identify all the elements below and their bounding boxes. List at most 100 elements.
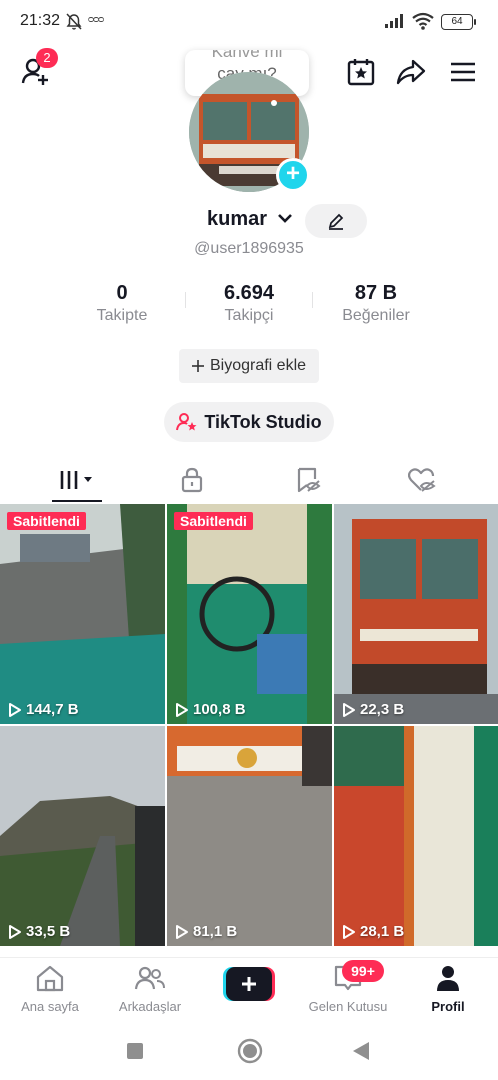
- video-thumbnail-image: [0, 504, 165, 724]
- infinity-icon: ᴑᴑᴑ: [88, 14, 104, 25]
- create-button[interactable]: [223, 967, 275, 1001]
- pinned-badge: Sabitlendi: [174, 512, 253, 530]
- view-count-value: 100,8 B: [193, 701, 246, 718]
- tooltip-line-1: Kahve mi: [211, 50, 283, 61]
- view-count-value: 22,3 B: [360, 701, 405, 718]
- profile-tabs: [0, 456, 498, 504]
- tab-reposts[interactable]: [246, 456, 370, 504]
- video-thumbnail[interactable]: Sabitlendi 100,8 B: [167, 504, 332, 724]
- play-icon: [9, 702, 21, 717]
- view-count: 100,8 B: [175, 701, 246, 718]
- nav-inbox-label: Gelen Kutusu: [308, 999, 388, 1014]
- view-count: 81,1 B: [175, 923, 237, 940]
- heart-eye-icon: [408, 468, 436, 492]
- stat-likes[interactable]: 87 B Beğeniler: [316, 282, 436, 325]
- home-circle-icon[interactable]: [237, 1038, 263, 1064]
- battery-icon: 64: [441, 14, 476, 30]
- play-icon: [176, 924, 188, 939]
- nav-profile-label: Profil: [431, 999, 465, 1014]
- add-bio-label: Biyografi ekle: [209, 357, 307, 374]
- play-icon: [343, 924, 355, 939]
- video-thumbnail-image: [167, 504, 332, 724]
- calendar-star-icon: [347, 59, 375, 86]
- pencil-icon: [328, 213, 344, 230]
- video-thumbnail-image: [167, 726, 332, 946]
- stat-following[interactable]: 0 Takipte: [62, 282, 182, 325]
- divider: [312, 292, 313, 308]
- view-count: 28,1 B: [342, 923, 404, 940]
- plus-create-icon: [223, 967, 275, 1001]
- person-star-icon: [176, 413, 197, 431]
- play-icon: [176, 702, 188, 717]
- stat-followers[interactable]: 6.694 Takipçi: [189, 282, 309, 325]
- stat-value: 6.694: [223, 282, 275, 304]
- view-count: 22,3 B: [342, 701, 404, 718]
- menu-button[interactable]: [446, 56, 480, 88]
- system-nav-bar: [0, 1022, 498, 1080]
- bottom-nav: Ana sayfa Arkadaşlar Gelen Kutusu 99+ Pr…: [0, 957, 498, 1021]
- home-icon: [36, 965, 64, 992]
- stat-label: Takipçi: [224, 307, 274, 324]
- hamburger-icon: [451, 62, 475, 82]
- calendar-button[interactable]: [344, 56, 378, 88]
- friends-icon: [134, 966, 165, 990]
- edit-profile-button[interactable]: [305, 204, 367, 238]
- nav-home-label: Ana sayfa: [21, 999, 79, 1014]
- video-thumbnail[interactable]: 81,1 B: [167, 726, 332, 946]
- muted-bell-icon: [66, 13, 82, 30]
- add-friends-button[interactable]: 2: [18, 48, 58, 88]
- stat-value: 0: [116, 282, 128, 304]
- tab-videos[interactable]: [16, 456, 140, 504]
- chevron-down-icon[interactable]: [277, 212, 293, 224]
- profile-handle: @user1896935: [194, 240, 304, 257]
- stat-label: Takipte: [96, 307, 148, 324]
- recents-square-icon[interactable]: [126, 1042, 144, 1060]
- bookmark-eye-icon: [297, 467, 321, 493]
- status-bar: 21:32 ᴑᴑᴑ 64: [0, 0, 498, 44]
- nav-home[interactable]: Ana sayfa: [0, 964, 100, 1014]
- stat-value: 87 B: [354, 282, 398, 304]
- view-count: 144,7 B: [8, 701, 79, 718]
- video-thumbnail-image: [334, 726, 498, 946]
- profile-stats: 0 Takipte 6.694 Takipçi 87 B Beğeniler: [0, 282, 498, 328]
- nav-friends-label: Arkadaşlar: [118, 999, 182, 1014]
- video-thumbnail[interactable]: 22,3 B: [334, 504, 498, 724]
- wifi-icon: [412, 12, 434, 30]
- grid-bars-icon: [60, 471, 92, 489]
- tab-liked[interactable]: [360, 456, 484, 504]
- profile-name-row: kumar: [0, 204, 498, 238]
- active-tab-indicator: [52, 500, 102, 502]
- video-thumbnail-image: [0, 726, 165, 946]
- pinned-badge: Sabitlendi: [7, 512, 86, 530]
- tab-private[interactable]: [130, 456, 254, 504]
- add-bio-button[interactable]: Biyografi ekle: [179, 349, 319, 383]
- nav-inbox[interactable]: Gelen Kutusu 99+: [298, 960, 398, 1014]
- battery-level: 64: [451, 16, 463, 27]
- video-thumbnail[interactable]: 33,5 B: [0, 726, 165, 946]
- share-arrow-icon: [396, 59, 426, 85]
- status-time: 21:32: [20, 12, 61, 29]
- nav-profile[interactable]: Profil: [398, 964, 498, 1014]
- nav-friends[interactable]: Arkadaşlar: [100, 964, 200, 1014]
- view-count-value: 28,1 B: [360, 923, 405, 940]
- video-thumbnail[interactable]: 28,1 B: [334, 726, 498, 946]
- profile-person-icon: [437, 966, 459, 991]
- tiktok-studio-label: TikTok Studio: [204, 411, 322, 432]
- play-icon: [9, 924, 21, 939]
- divider: [185, 292, 186, 308]
- video-thumbnail-image: [334, 504, 498, 724]
- view-count-value: 144,7 B: [26, 701, 79, 718]
- share-button[interactable]: [394, 56, 428, 88]
- play-icon: [343, 702, 355, 717]
- friends-badge: 2: [36, 48, 58, 68]
- view-count-value: 81,1 B: [193, 923, 238, 940]
- profile-name[interactable]: kumar: [207, 208, 267, 231]
- tiktok-studio-button[interactable]: TikTok Studio: [164, 402, 334, 442]
- lock-icon: [181, 467, 203, 493]
- back-triangle-icon[interactable]: [352, 1041, 370, 1061]
- view-count: 33,5 B: [8, 923, 70, 940]
- plus-icon: [191, 360, 204, 372]
- inbox-badge: 99+: [342, 960, 384, 982]
- add-avatar-button[interactable]: +: [276, 158, 310, 192]
- video-thumbnail[interactable]: Sabitlendi 144,7 B: [0, 504, 165, 724]
